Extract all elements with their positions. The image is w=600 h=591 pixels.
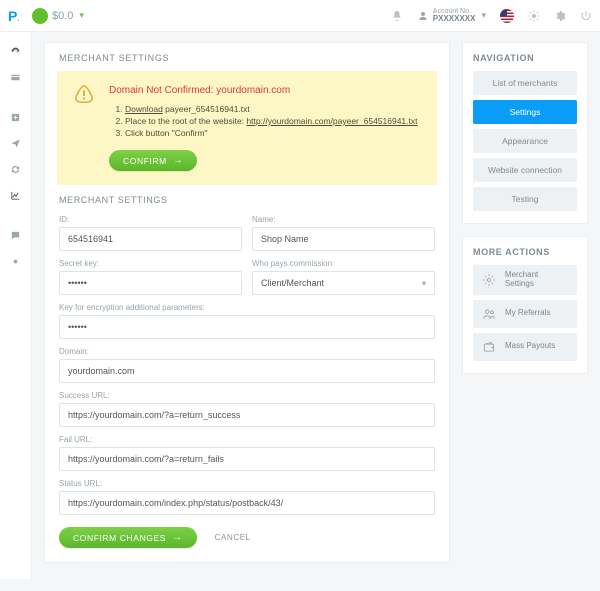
wallet-icon: [481, 339, 497, 355]
notice-heading: Domain Not Confirmed: yourdomain.com: [109, 85, 421, 96]
download-link[interactable]: Download: [125, 104, 163, 114]
id-label: ID:: [59, 215, 242, 224]
confirm-changes-button[interactable]: CONFIRM CHANGES→: [59, 527, 197, 548]
topbar-actions: Account No. PXXXXXXX ▾: [391, 8, 592, 23]
chart-line-icon: [10, 190, 21, 201]
confirm-domain-button[interactable]: CONFIRM→: [109, 150, 197, 171]
commission-label: Who pays commission:: [252, 259, 435, 268]
fail-url-label: Fail URL:: [59, 435, 435, 444]
root-url-link[interactable]: http://yourdomain.com/payeer_654516941.t…: [246, 116, 417, 126]
chevron-down-icon: ▾: [79, 10, 84, 21]
commission-select[interactable]: Client/Merchant ▾: [252, 271, 435, 295]
nav-list-of-merchants[interactable]: List of merchants: [473, 71, 577, 95]
rail-dot[interactable]: [0, 248, 32, 274]
cancel-button[interactable]: CANCEL: [215, 533, 251, 542]
right-sidebar: NAVIGATION List of merchants Settings Ap…: [462, 42, 588, 374]
id-input[interactable]: [59, 227, 242, 251]
presence-dot-icon: [32, 8, 48, 24]
rail-send[interactable]: [0, 130, 32, 156]
rail-exchange[interactable]: [0, 156, 32, 182]
rail-chat[interactable]: [0, 222, 32, 248]
chevron-down-icon: ▾: [422, 279, 426, 288]
notice-step-1: Download payeer_654516941.txt: [125, 104, 421, 114]
notice-steps: Download payeer_654516941.txt Place to t…: [109, 104, 421, 138]
notice-step-3: Click button "Confirm": [125, 128, 421, 138]
gear-icon[interactable]: [554, 10, 566, 22]
chat-icon: [10, 230, 21, 241]
plus-square-icon: [10, 112, 21, 123]
page-title: MERCHANT SETTINGS: [45, 43, 449, 71]
user-icon: [417, 10, 429, 22]
secret-input[interactable]: [59, 271, 242, 295]
status-url-input[interactable]: [59, 491, 435, 515]
logo[interactable]: P.: [8, 8, 32, 24]
enckey-label: Key for encryption additional parameters…: [59, 303, 435, 312]
gauge-icon: [10, 46, 21, 57]
chevron-down-icon: ▾: [481, 10, 486, 21]
more-actions-card: MORE ACTIONS Merchant Settings My Referr…: [462, 236, 588, 374]
rail-add[interactable]: [0, 104, 32, 130]
merchant-form: MERCHANT SETTINGS ID: Name: Secret key:: [45, 195, 449, 562]
success-url-label: Success URL:: [59, 391, 435, 400]
nav-card: NAVIGATION List of merchants Settings Ap…: [462, 42, 588, 224]
arrow-right-icon: →: [173, 155, 184, 166]
content-card: MERCHANT SETTINGS Domain Not Confirmed: …: [44, 42, 450, 563]
bell-icon[interactable]: [391, 10, 403, 22]
arrow-right-icon: →: [172, 532, 183, 543]
more-actions-title: MORE ACTIONS: [473, 247, 577, 257]
notice-step-2: Place to the root of the website: http:/…: [125, 116, 421, 126]
domain-input[interactable]: [59, 359, 435, 383]
nav-testing[interactable]: Testing: [473, 187, 577, 211]
account-number: PXXXXXXX: [433, 15, 476, 23]
dot-icon: [10, 256, 21, 267]
send-icon: [10, 138, 21, 149]
refresh-icon: [10, 164, 21, 175]
balance-amount: $0.0: [52, 10, 73, 22]
left-rail: [0, 32, 32, 579]
warning-icon: [73, 83, 95, 105]
more-my-referrals[interactable]: My Referrals: [473, 300, 577, 328]
card-icon: [10, 72, 21, 83]
gear-icon: [481, 272, 497, 288]
balance-pill[interactable]: $0.0 ▾: [32, 8, 84, 24]
name-input[interactable]: [252, 227, 435, 251]
domain-notice: Domain Not Confirmed: yourdomain.com Dow…: [57, 71, 437, 185]
flag-us-icon[interactable]: [500, 9, 514, 23]
power-icon[interactable]: [580, 10, 592, 22]
more-mass-payouts[interactable]: Mass Payouts: [473, 333, 577, 361]
nav-title: NAVIGATION: [473, 53, 577, 63]
status-url-label: Status URL:: [59, 479, 435, 488]
name-label: Name:: [252, 215, 435, 224]
nav-website-connection[interactable]: Website connection: [473, 158, 577, 182]
nav-appearance[interactable]: Appearance: [473, 129, 577, 153]
nav-settings[interactable]: Settings: [473, 100, 577, 124]
account-chip[interactable]: Account No. PXXXXXXX ▾: [417, 8, 486, 23]
rail-dashboard[interactable]: [0, 38, 32, 64]
secret-label: Secret key:: [59, 259, 242, 268]
form-subtitle: MERCHANT SETTINGS: [59, 195, 435, 205]
rail-wallet[interactable]: [0, 64, 32, 90]
sun-icon[interactable]: [528, 10, 540, 22]
enckey-input[interactable]: [59, 315, 435, 339]
rail-stats[interactable]: [0, 182, 32, 208]
success-url-input[interactable]: [59, 403, 435, 427]
topbar: P. $0.0 ▾ Account No. PXXXXXXX ▾: [0, 0, 600, 32]
users-icon: [481, 306, 497, 322]
domain-label: Domain:: [59, 347, 435, 356]
more-merchant-settings[interactable]: Merchant Settings: [473, 265, 577, 295]
fail-url-input[interactable]: [59, 447, 435, 471]
